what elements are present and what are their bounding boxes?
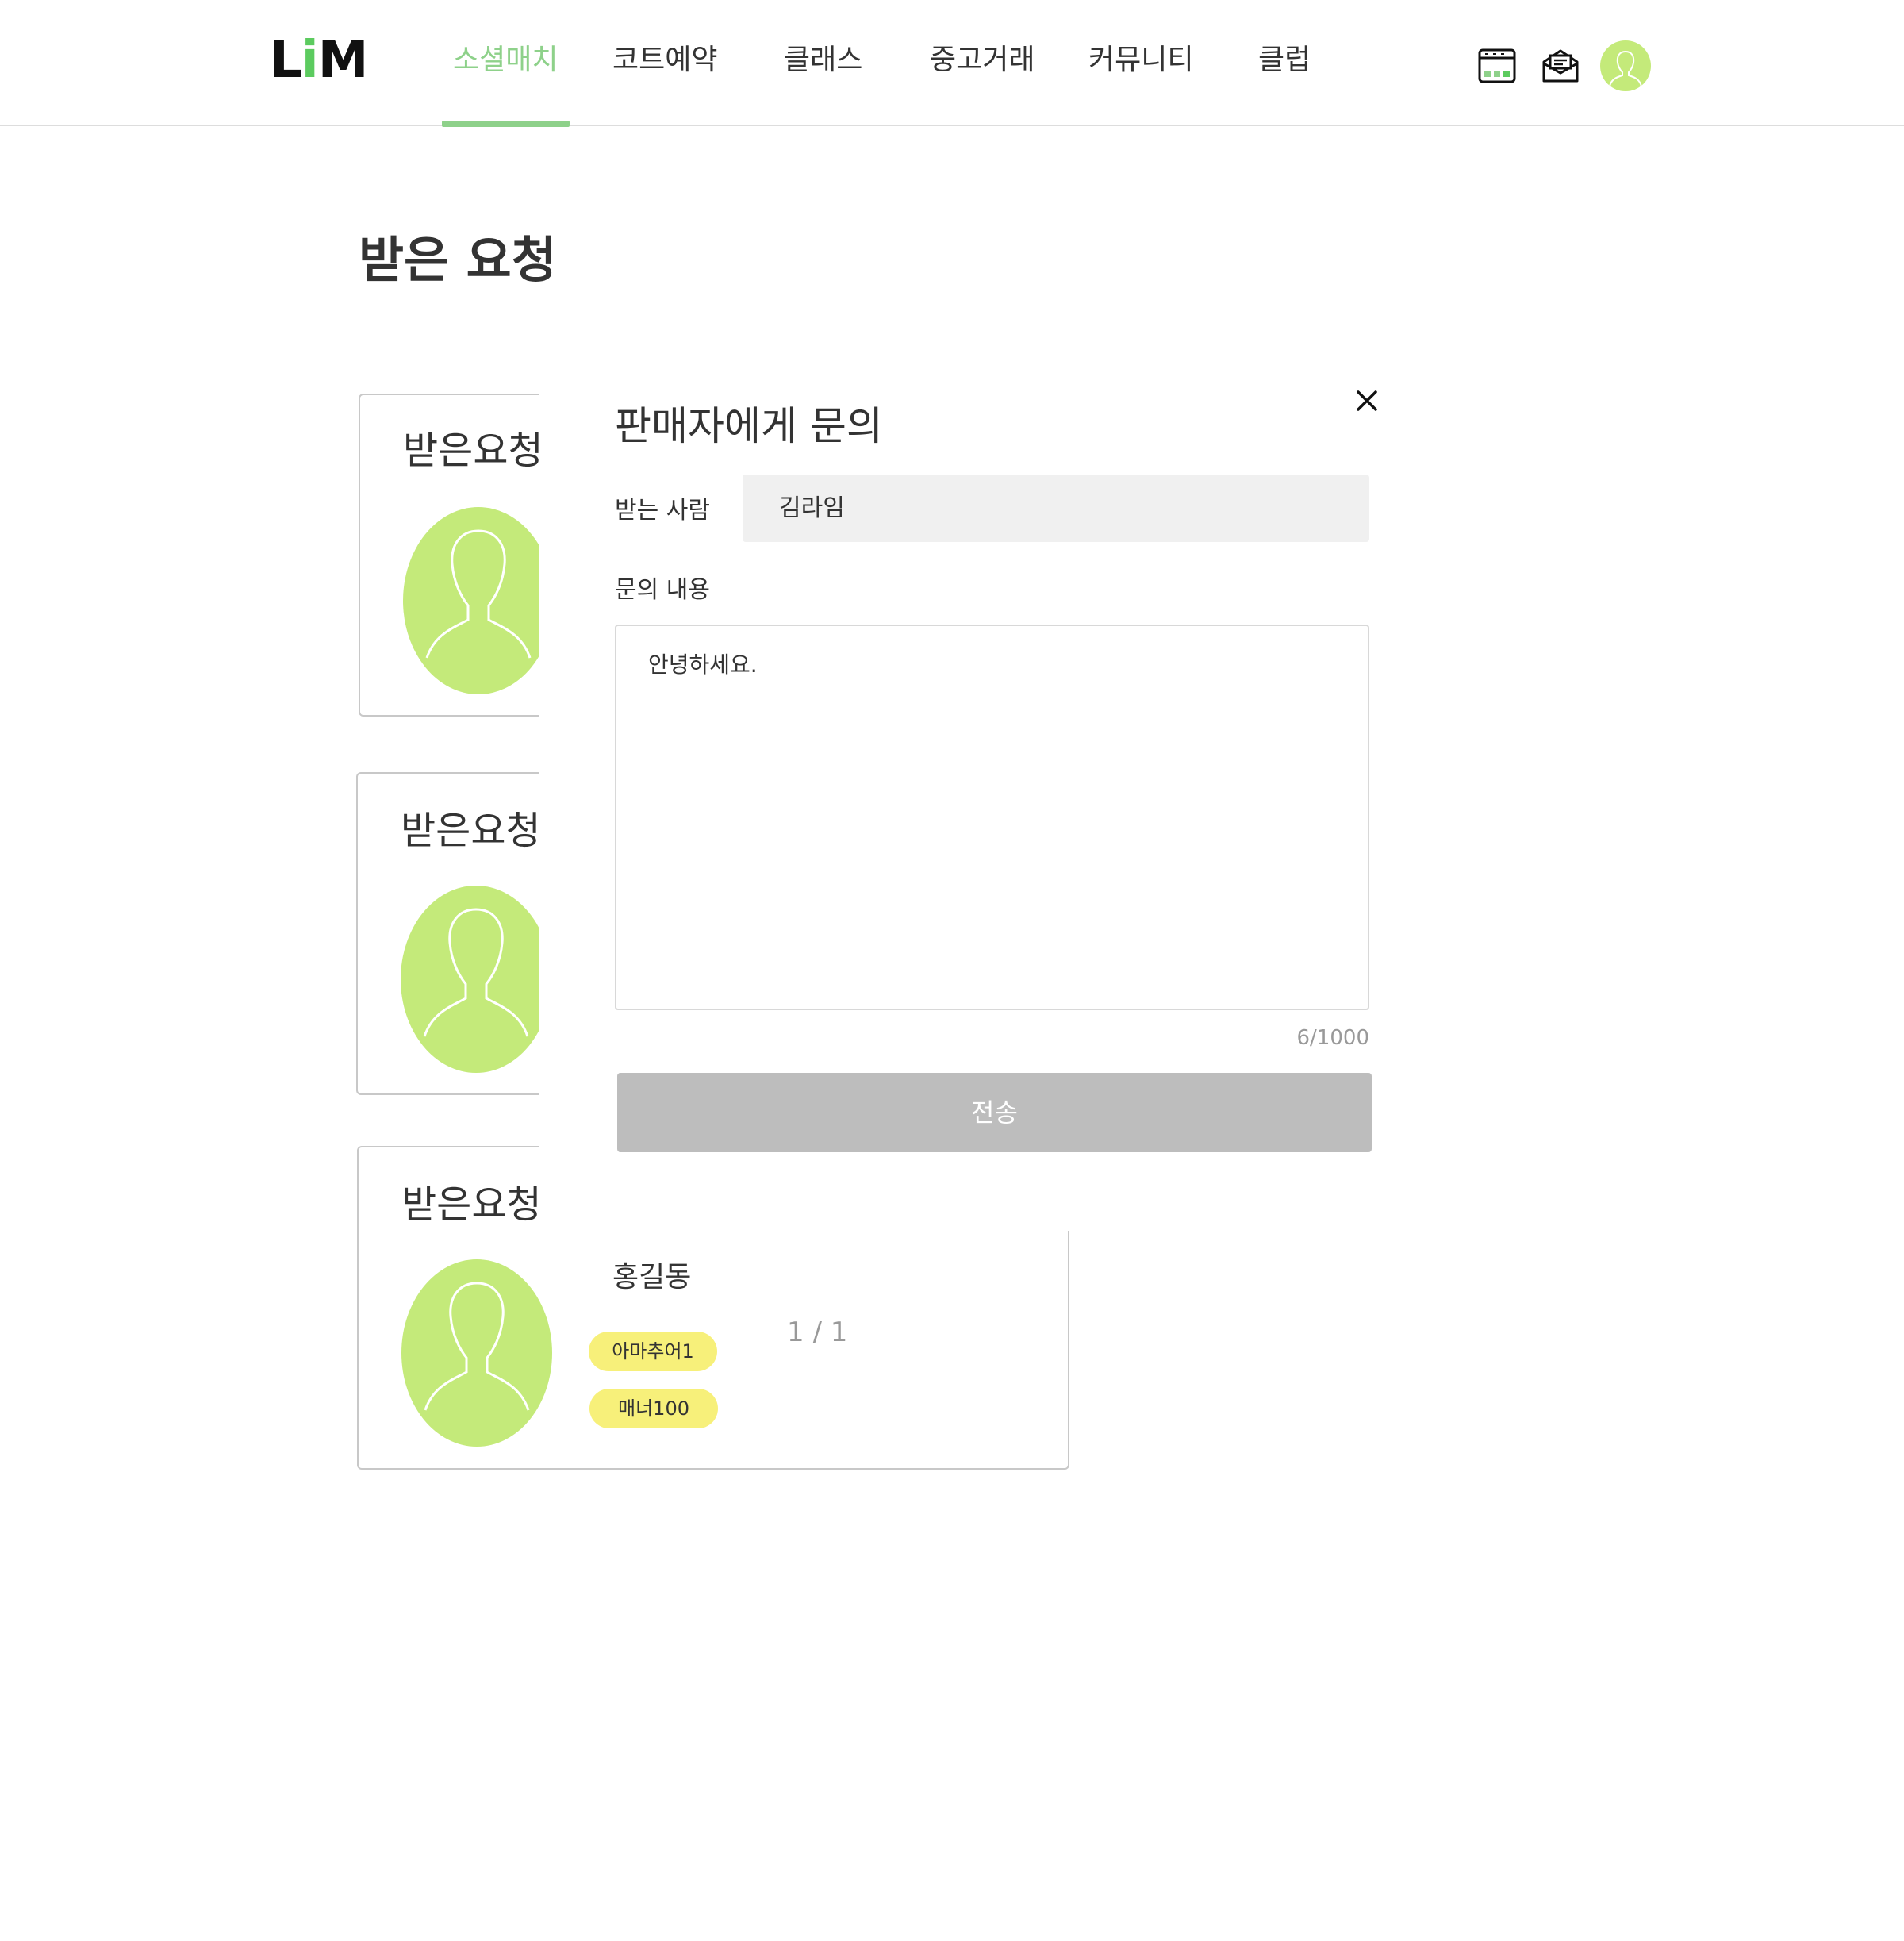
active-tab-indicator xyxy=(442,121,570,127)
send-button[interactable]: 전송 xyxy=(617,1073,1372,1152)
calendar-icon[interactable] xyxy=(1477,46,1517,86)
logo-letter-l: L xyxy=(270,31,302,90)
page-indicator: 1 / 1 xyxy=(787,1316,848,1348)
page-title: 받은 요청 xyxy=(359,231,557,289)
card-title: 받은요청 xyxy=(401,1182,542,1227)
manner-badge: 매너100 xyxy=(589,1389,718,1428)
user-name: 홍길동 xyxy=(612,1261,692,1293)
nav-court-reservation[interactable]: 코트예약 xyxy=(612,43,717,78)
recipient-label: 받는 사람 xyxy=(615,497,710,525)
logo-letter-m: M xyxy=(317,31,369,90)
modal-title: 판매자에게 문의 xyxy=(615,403,883,449)
user-avatar-icon xyxy=(403,507,554,694)
nav-community[interactable]: 커뮤니티 xyxy=(1088,43,1193,78)
user-avatar-icon xyxy=(401,886,551,1073)
nav-club[interactable]: 클럽 xyxy=(1258,43,1311,78)
profile-avatar-icon[interactable] xyxy=(1600,40,1651,91)
nav-used-trade[interactable]: 중고거래 xyxy=(930,43,1035,78)
close-icon[interactable] xyxy=(1351,385,1383,417)
lim-logo[interactable]: LiM xyxy=(270,35,368,86)
nav-social-match[interactable]: 소셜매치 xyxy=(453,43,558,78)
inquiry-content-textarea[interactable]: 안녕하세요. xyxy=(615,625,1369,1010)
top-nav-bar: LiM 소셜매치 코트예약 클래스 중고거래 커뮤니티 클럽 xyxy=(0,0,1904,127)
nav-class[interactable]: 클래스 xyxy=(784,43,862,78)
character-counter: 6/1000 xyxy=(1296,1026,1369,1050)
level-badge: 아마추어1 xyxy=(589,1332,717,1371)
recipient-field: 김라임 xyxy=(743,475,1369,542)
content-label: 문의 내용 xyxy=(615,576,710,604)
logo-letter-i: i xyxy=(301,31,319,90)
inquiry-modal: 판매자에게 문의 받는 사람 김라임 문의 내용 안녕하세요. 6/1000 전… xyxy=(539,385,1396,1231)
card-title: 받은요청 xyxy=(403,429,543,473)
user-avatar-icon xyxy=(401,1259,552,1447)
message-icon[interactable] xyxy=(1541,46,1580,86)
card-title: 받은요청 xyxy=(401,809,541,853)
